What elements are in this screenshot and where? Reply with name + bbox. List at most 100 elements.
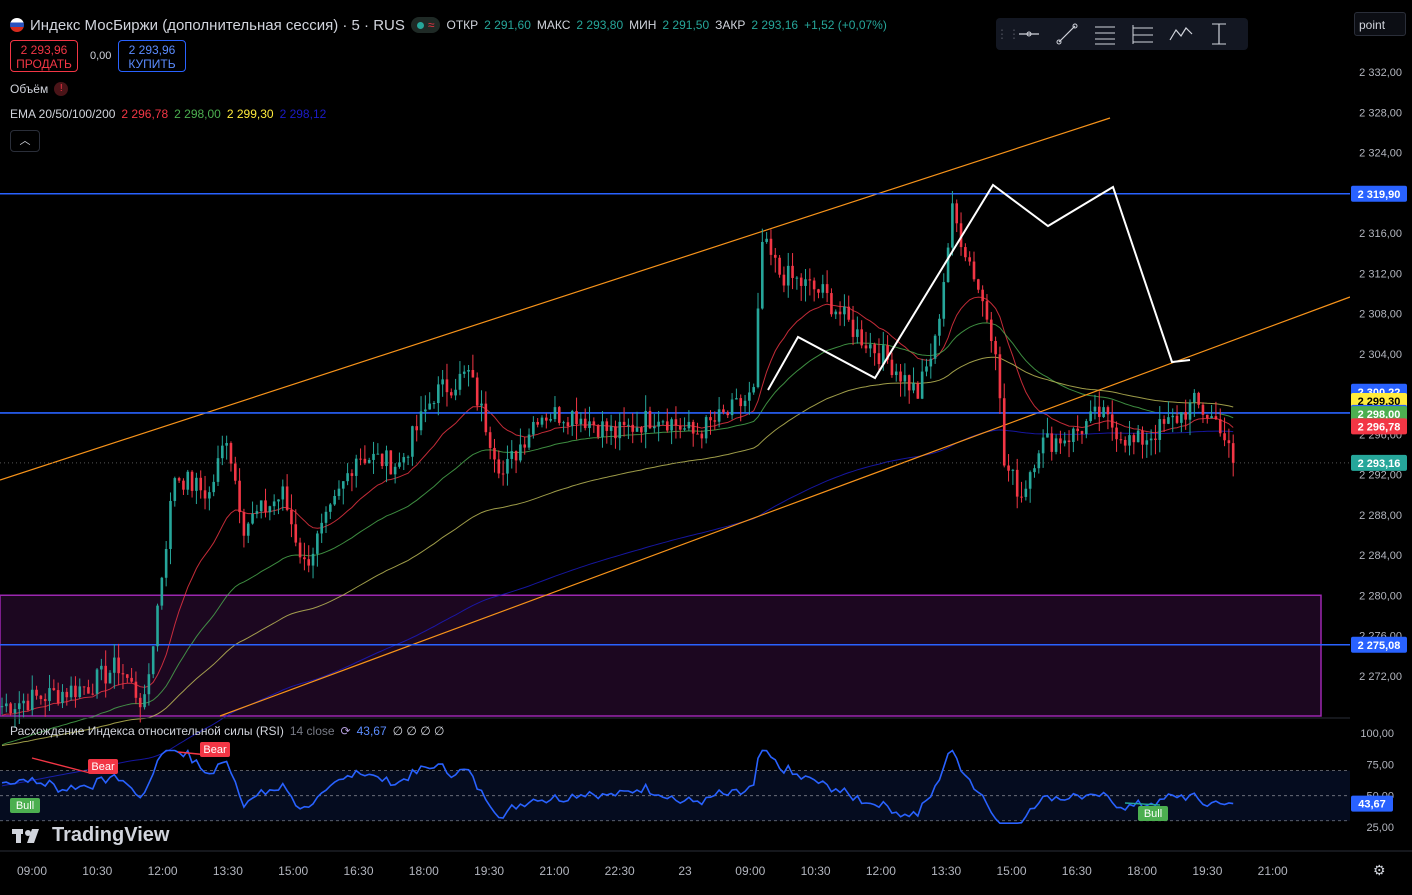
rsi-signal-bull: Bull bbox=[1138, 806, 1168, 821]
candle-body bbox=[69, 685, 73, 698]
candle-body bbox=[989, 319, 993, 342]
candle-body bbox=[1007, 465, 1010, 471]
candle-body bbox=[432, 403, 436, 405]
candle-body bbox=[100, 665, 103, 670]
candle bbox=[916, 381, 920, 399]
candle-body bbox=[39, 695, 43, 700]
candle-body bbox=[553, 407, 557, 420]
candle-body bbox=[1162, 419, 1166, 424]
ohlc-open-label: ОТКР bbox=[446, 18, 479, 32]
candle-body bbox=[942, 282, 946, 319]
rsi-tick: 100,00 bbox=[1360, 728, 1394, 740]
chart-canvas[interactable]: Bull Bear Bear Bull 2 332,00 2 328,00 2 324,0… bbox=[0, 0, 1412, 890]
pattern-icon[interactable] bbox=[1162, 18, 1200, 50]
sell-button[interactable]: 2 293,96 ПРОДАТЬ bbox=[10, 40, 78, 72]
candle-body bbox=[549, 419, 552, 421]
candle-body bbox=[441, 379, 444, 385]
candle-body bbox=[566, 422, 570, 427]
sell-label: ПРОДАТЬ bbox=[16, 57, 72, 71]
parallel-channel-icon[interactable] bbox=[1124, 18, 1162, 50]
buy-button[interactable]: 2 293,96 КУПИТЬ bbox=[118, 40, 186, 72]
candle bbox=[160, 576, 164, 610]
candle-body bbox=[951, 203, 954, 248]
candle-body bbox=[1067, 440, 1071, 442]
candle-body bbox=[393, 466, 397, 475]
candle-body bbox=[1197, 392, 1200, 405]
candle-body bbox=[704, 417, 708, 439]
rsi-badge-text: 43,67 bbox=[1358, 799, 1386, 811]
candle-body bbox=[985, 301, 989, 320]
price-badge: 2 293,16 bbox=[1351, 454, 1407, 471]
candle-body bbox=[311, 553, 315, 566]
candle-body bbox=[406, 456, 410, 458]
candle-body bbox=[190, 471, 194, 491]
candle-body bbox=[601, 421, 604, 438]
price-tick: 2 328,00 bbox=[1359, 107, 1402, 119]
candle-body bbox=[977, 279, 980, 290]
candle-body bbox=[946, 247, 950, 283]
candle-body bbox=[856, 329, 859, 337]
candle-body bbox=[1128, 435, 1131, 446]
trend-line-icon[interactable] bbox=[1048, 18, 1086, 50]
candle-body bbox=[540, 417, 544, 425]
candle-body bbox=[35, 689, 38, 696]
rsi-extra-values: ∅ ∅ ∅ ∅ bbox=[392, 724, 445, 738]
candle-body bbox=[938, 318, 941, 336]
candle-body bbox=[1050, 433, 1054, 452]
drag-handle-icon[interactable]: ⋮⋮ bbox=[996, 27, 1020, 41]
candle-body bbox=[156, 605, 159, 647]
ema-legend[interactable]: EMA 20/50/100/200 2 296,78 2 298,00 2 29… bbox=[10, 107, 326, 121]
magnet-mode-select[interactable]: point bbox=[1354, 12, 1406, 36]
time-tick: 13:30 bbox=[931, 864, 961, 878]
candle-body bbox=[177, 478, 181, 481]
tradingview-logo[interactable]: TradingView bbox=[12, 824, 169, 847]
candle-body bbox=[773, 254, 777, 258]
collapse-legend-button[interactable]: ︿ bbox=[10, 130, 40, 152]
candle-body bbox=[65, 691, 69, 698]
ohlc-open-value: 2 291,60 bbox=[484, 18, 531, 32]
candle-body bbox=[769, 238, 773, 255]
candle-body bbox=[1054, 438, 1058, 452]
vertical-line-icon[interactable] bbox=[1200, 18, 1238, 50]
time-tick: 13:30 bbox=[213, 864, 243, 878]
candle-body bbox=[683, 428, 686, 430]
market-status-badge[interactable]: ≈ bbox=[410, 17, 441, 33]
rsi-refresh-icon[interactable]: ⟳ bbox=[341, 724, 351, 738]
candle-body bbox=[588, 421, 591, 429]
candle-body bbox=[138, 697, 142, 708]
warning-icon[interactable]: ! bbox=[54, 82, 69, 96]
candle-body bbox=[933, 335, 937, 359]
settings-gear-icon[interactable]: ⚙ bbox=[1373, 862, 1386, 879]
fib-retracement-icon[interactable] bbox=[1086, 18, 1124, 50]
candle-body bbox=[817, 289, 820, 293]
candle-body bbox=[186, 471, 190, 490]
horizontal-line-icon[interactable] bbox=[1010, 18, 1048, 50]
candle-body bbox=[972, 261, 976, 280]
candle-body bbox=[91, 693, 95, 695]
price-badge-text: 2 275,08 bbox=[1358, 640, 1401, 652]
session-wave-icon: ≈ bbox=[427, 18, 435, 32]
candle-body bbox=[208, 492, 211, 499]
candle-body bbox=[251, 513, 254, 524]
symbol-title[interactable]: Индекс МосБиржи (дополнительная сессия) … bbox=[30, 17, 405, 34]
candle-body bbox=[164, 548, 168, 578]
candle-body bbox=[398, 462, 401, 467]
candle-body bbox=[104, 665, 107, 684]
volume-legend[interactable]: Объём ! bbox=[10, 82, 69, 96]
candle-body bbox=[1218, 419, 1222, 434]
candle-body bbox=[847, 306, 851, 320]
rsi-legend[interactable]: Расхождение Индекса относительной силы (… bbox=[10, 724, 444, 738]
candle-body bbox=[1072, 428, 1075, 442]
candle-body bbox=[216, 458, 220, 482]
buy-label: КУПИТЬ bbox=[128, 57, 176, 71]
candle-body bbox=[294, 524, 298, 543]
drawing-toolbar: ⋮⋮ bbox=[996, 18, 1248, 50]
candle-body bbox=[117, 657, 120, 674]
candle-body bbox=[890, 359, 894, 376]
candle-body bbox=[346, 473, 349, 482]
time-tick: 09:00 bbox=[735, 864, 765, 878]
candle-body bbox=[670, 419, 673, 431]
candle-body bbox=[843, 306, 846, 315]
time-tick: 22:30 bbox=[605, 864, 635, 878]
chart-area[interactable]: Bull Bear Bear Bull 2 332,00 2 328,00 2 324,0… bbox=[0, 0, 1412, 890]
